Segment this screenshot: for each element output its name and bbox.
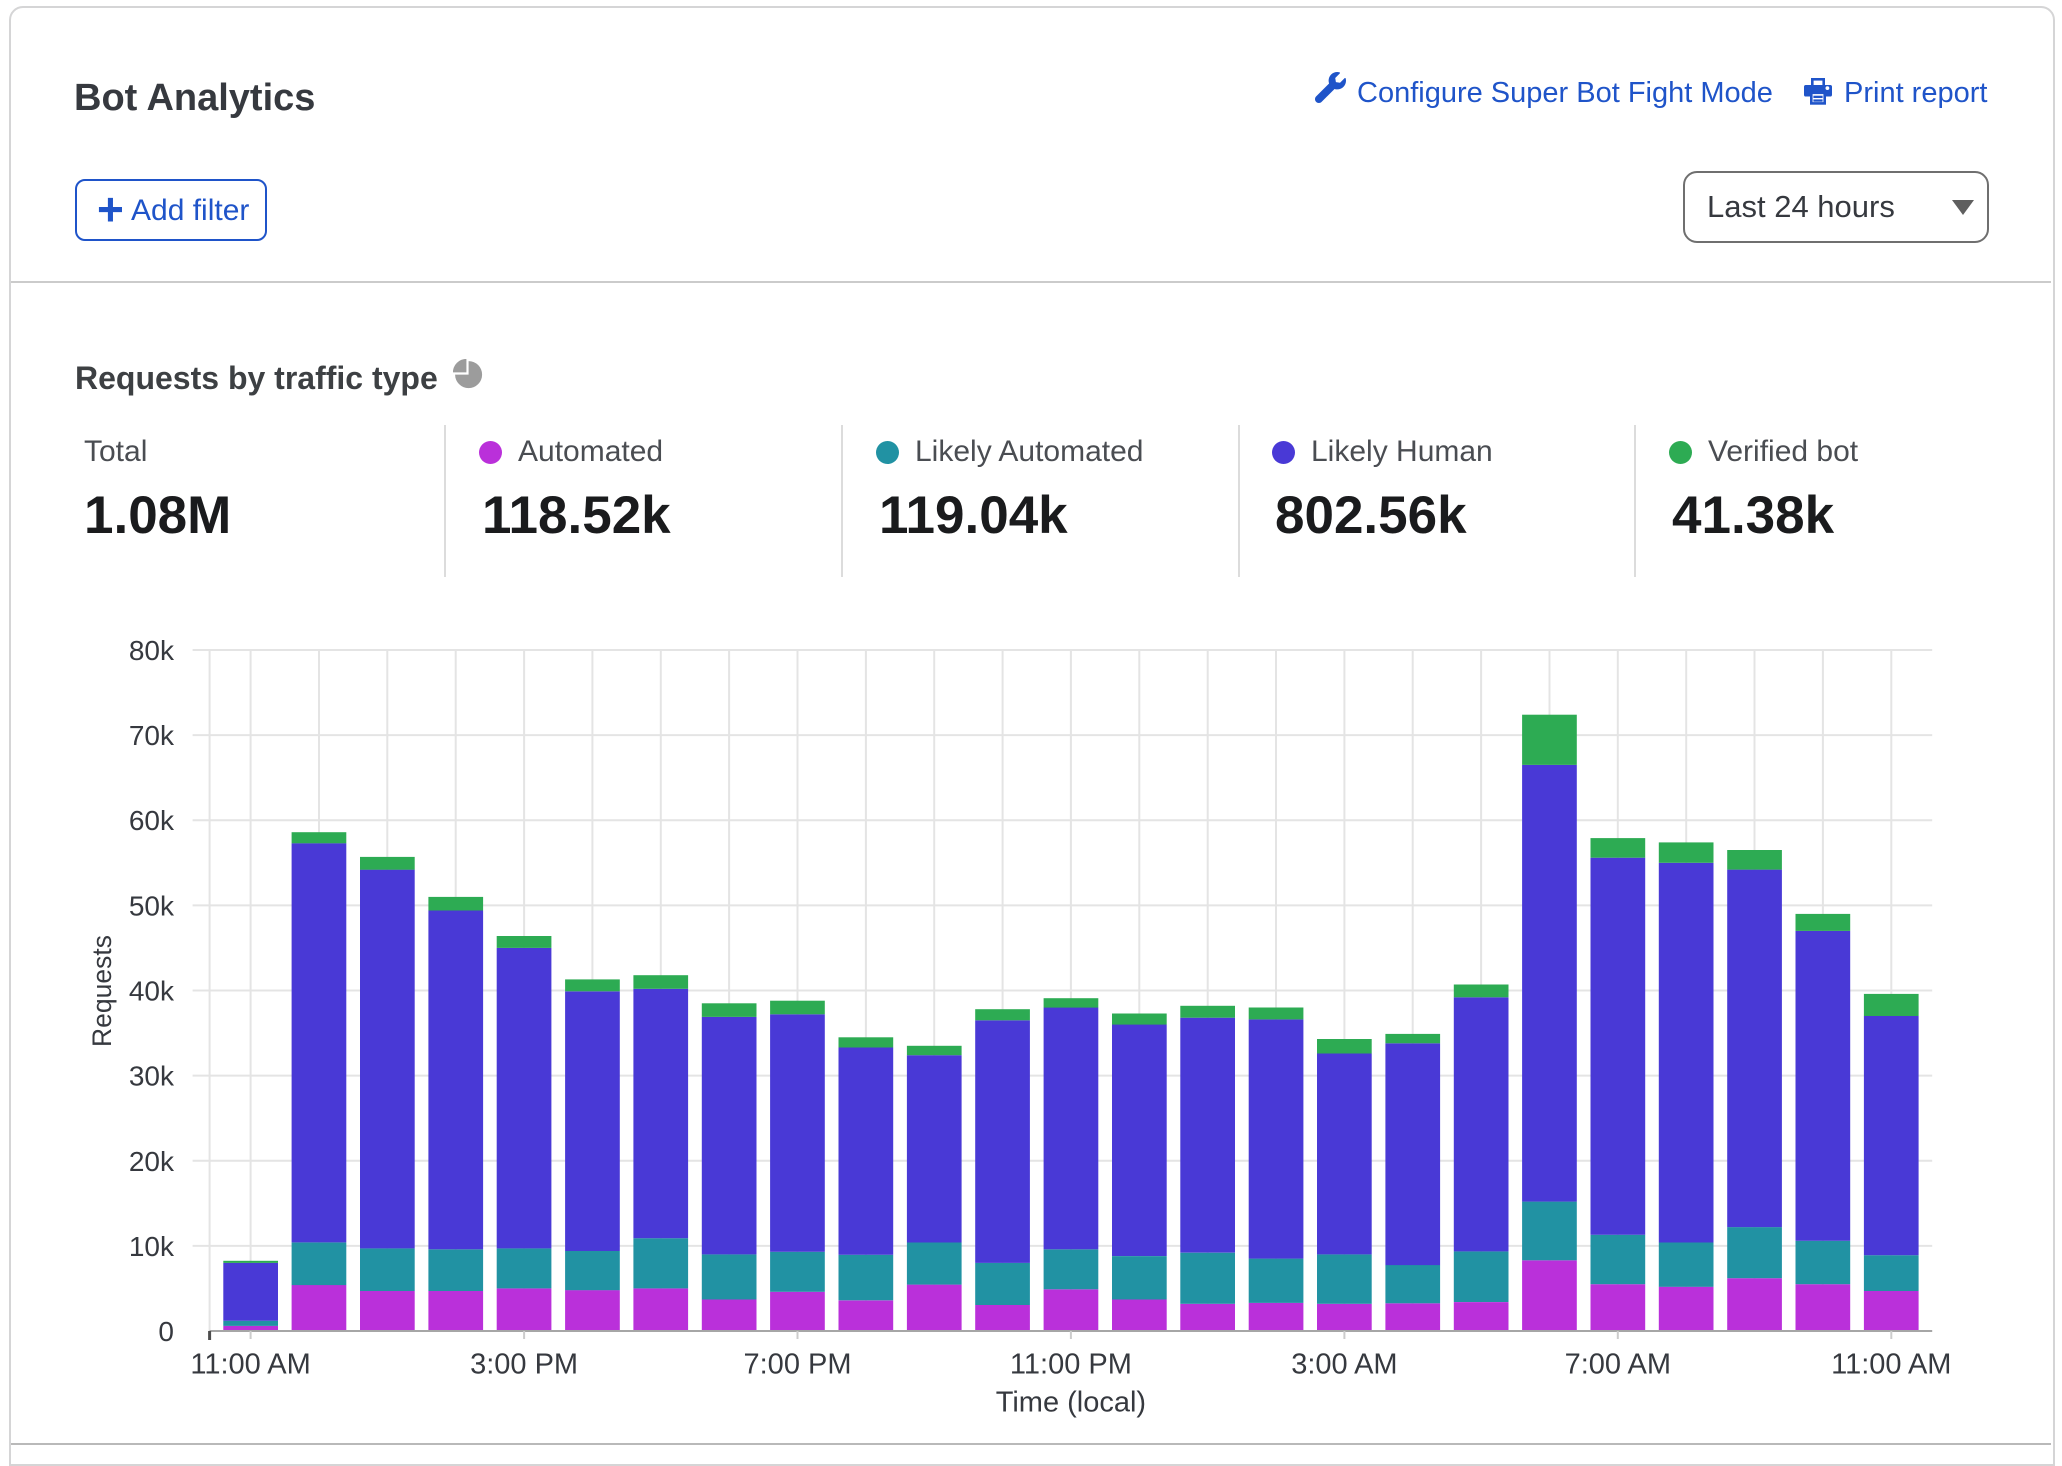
svg-text:40k: 40k [129,976,175,1007]
svg-text:Requests: Requests [87,935,117,1047]
svg-text:30k: 30k [129,1061,175,1092]
svg-text:80k: 80k [129,635,175,666]
svg-text:Time (local): Time (local) [996,1387,1146,1419]
svg-text:70k: 70k [129,720,175,751]
svg-text:11:00 AM: 11:00 AM [190,1349,310,1381]
svg-text:20k: 20k [129,1146,175,1177]
svg-text:11:00 AM: 11:00 AM [1831,1349,1951,1381]
svg-text:50k: 50k [129,890,175,921]
svg-text:7:00 AM: 7:00 AM [1565,1349,1671,1381]
svg-text:7:00 PM: 7:00 PM [744,1349,852,1381]
svg-text:11:00 PM: 11:00 PM [1010,1349,1132,1381]
svg-text:3:00 PM: 3:00 PM [470,1349,578,1381]
svg-text:3:00 AM: 3:00 AM [1291,1349,1397,1381]
svg-text:60k: 60k [129,805,175,836]
svg-text:0: 0 [158,1316,174,1347]
svg-text:10k: 10k [129,1231,175,1262]
